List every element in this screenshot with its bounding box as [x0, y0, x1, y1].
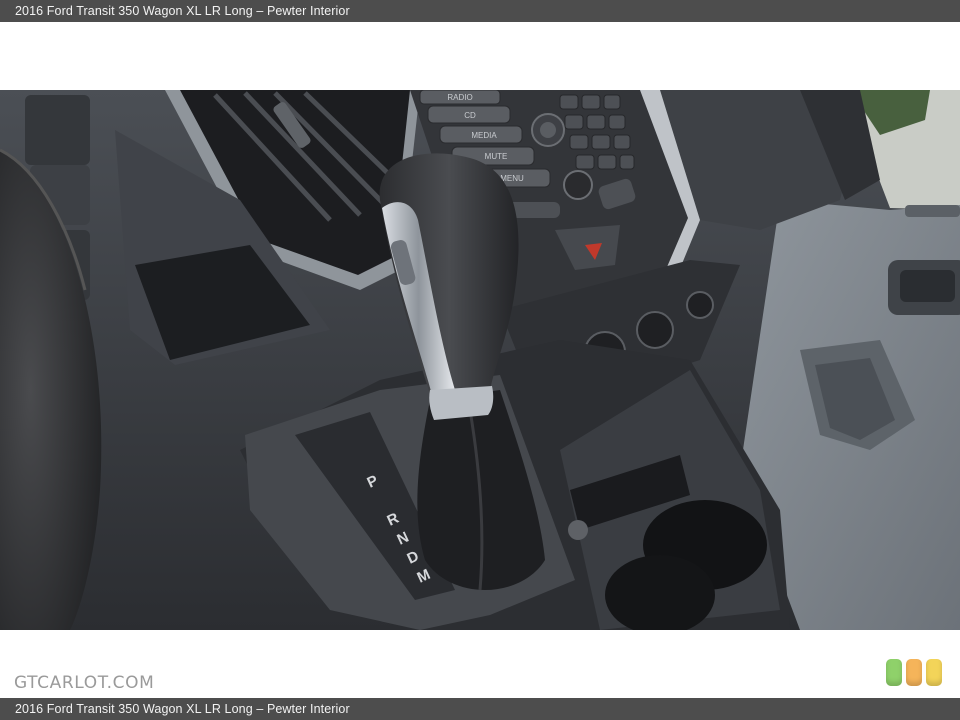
volume-knob [563, 170, 593, 200]
radio-button-label: RADIO [447, 93, 472, 102]
gtcarlot-watermark: GTCARLOT.COM [14, 673, 155, 693]
page-caption: 2016 Ford Transit 350 Wagon XL LR Long –… [15, 702, 350, 716]
interior-photo: RADIO CD MEDIA MUTE MENU P R N D M [0, 90, 960, 630]
yellow-rating-badge [926, 659, 942, 686]
cd-button-label: CD [464, 111, 476, 120]
top-title-bar: 2016 Ford Transit 350 Wagon XL LR Long –… [0, 0, 960, 22]
media-button-label: MEDIA [471, 131, 497, 140]
orange-rating-badge [906, 659, 922, 686]
menu-button-label: MENU [500, 174, 524, 183]
page-title: 2016 Ford Transit 350 Wagon XL LR Long –… [15, 4, 350, 18]
mute-button-label: MUTE [485, 152, 508, 161]
green-rating-badge [886, 659, 902, 686]
bottom-caption-bar: 2016 Ford Transit 350 Wagon XL LR Long –… [0, 698, 960, 720]
